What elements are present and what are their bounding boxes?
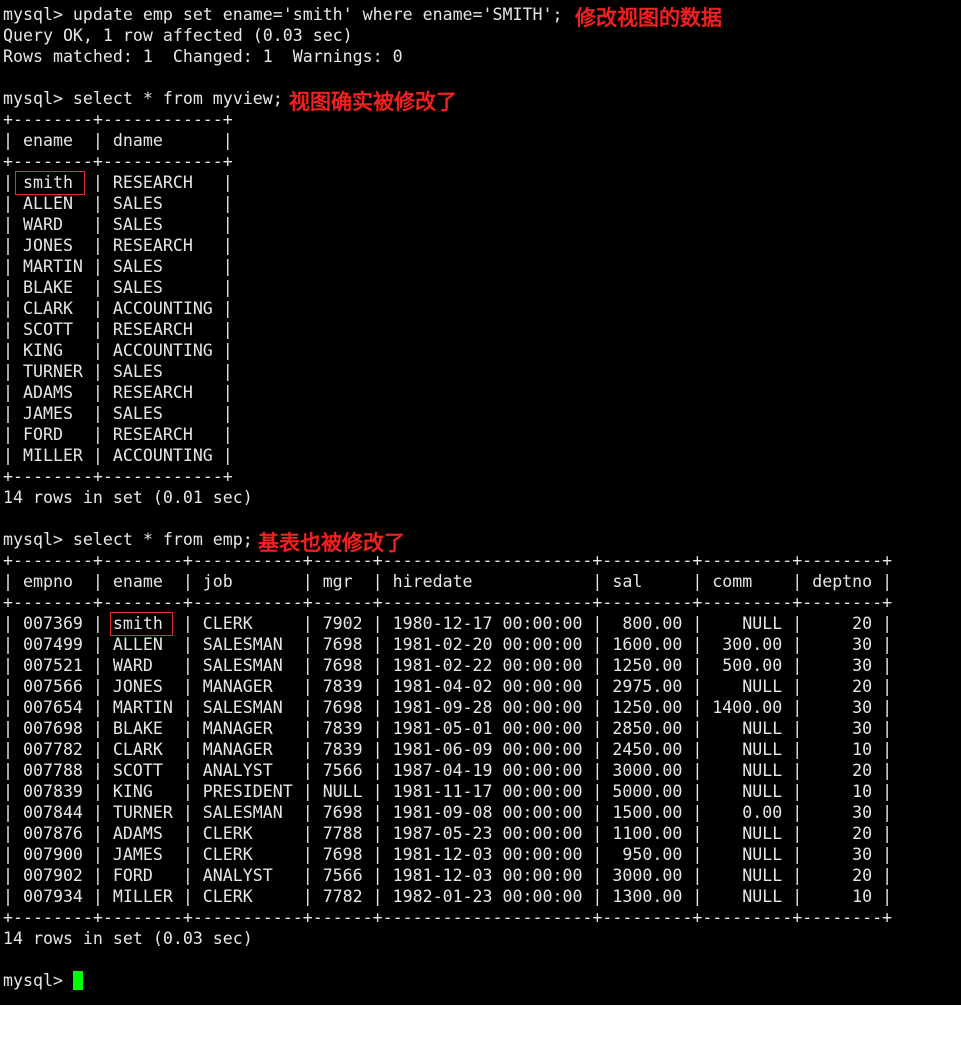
annotation-view: 视图确实被修改了 <box>289 90 457 114</box>
table-row: | JONES | RESEARCH | <box>3 236 233 255</box>
table-row: | TURNER | SALES | <box>3 362 233 381</box>
terminal-cursor <box>73 971 83 990</box>
table-row: | ALLEN | SALES | <box>3 194 233 213</box>
table-row: | 007782 | CLARK | MANAGER | 7839 | 1981… <box>3 740 893 759</box>
table-row: | MARTIN | SALES | <box>3 257 233 276</box>
table-row: | SCOTT | RESEARCH | <box>3 320 233 339</box>
table-row: | KING | ACCOUNTING | <box>3 341 233 360</box>
table-row: | 007900 | JAMES | CLERK | 7698 | 1981-1… <box>3 845 893 864</box>
table-row: | 007788 | SCOTT | ANALYST | 7566 | 1987… <box>3 761 893 780</box>
table-row: | 007876 | ADAMS | CLERK | 7788 | 1987-0… <box>3 824 893 843</box>
table-row: | 007521 | WARD | SALESMAN | 7698 | 1981… <box>3 656 893 675</box>
table-row: | 007902 | FORD | ANALYST | 7566 | 1981-… <box>3 866 893 885</box>
table-row: | FORD | RESEARCH | <box>3 425 233 444</box>
table-border: +--------+--------+-----------+------+--… <box>3 908 893 927</box>
table-row: | JAMES | SALES | <box>3 404 233 423</box>
emp-command-line: mysql> select * from emp; <box>3 530 253 549</box>
table-row: | 007566 | JONES | MANAGER | 7839 | 1981… <box>3 677 893 696</box>
view-command-line: mysql> select * from myview; <box>3 89 283 108</box>
terminal-window[interactable]: mysql> update emp set ename='smith' wher… <box>0 0 961 1005</box>
table-row: | 007654 | MARTIN | SALESMAN | 7698 | 19… <box>3 698 893 717</box>
table-border: +--------+--------+-----------+------+--… <box>3 593 893 612</box>
table-border: +--------+------------+ <box>3 467 233 486</box>
table-row: | CLARK | ACCOUNTING | <box>3 299 233 318</box>
table-row: | 007934 | MILLER | CLERK | 7782 | 1982-… <box>3 887 893 906</box>
table-border: +--------+------------+ <box>3 152 233 171</box>
table-row: | 007839 | KING | PRESIDENT | NULL | 198… <box>3 782 893 801</box>
prompt-line[interactable]: mysql> <box>3 970 73 991</box>
table-row: | ADAMS | RESEARCH | <box>3 383 233 402</box>
update-rows-matched-line: Rows matched: 1 Changed: 1 Warnings: 0 <box>3 47 403 66</box>
update-command-line: mysql> update emp set ename='smith' wher… <box>3 5 563 24</box>
highlight-box-emp-smith <box>110 612 173 636</box>
table-border: +--------+------------+ <box>3 110 233 129</box>
table-row: | MILLER | ACCOUNTING | <box>3 446 233 465</box>
table-border: +--------+--------+-----------+------+--… <box>3 551 893 570</box>
update-result-line: Query OK, 1 row affected (0.03 sec) <box>3 26 353 45</box>
table-row: | BLAKE | SALES | <box>3 278 233 297</box>
table-row: | 007499 | ALLEN | SALESMAN | 7698 | 198… <box>3 635 893 654</box>
table-header-row: | empno | ename | job | mgr | hiredate |… <box>3 572 893 591</box>
emp-footer-line: 14 rows in set (0.03 sec) <box>3 929 253 948</box>
table-row: | 007698 | BLAKE | MANAGER | 7839 | 1981… <box>3 719 893 738</box>
highlight-box-view-smith <box>15 171 85 195</box>
annotation-update: 修改视图的数据 <box>575 6 722 30</box>
table-row: | WARD | SALES | <box>3 215 233 234</box>
table-header-row: | ename | dname | <box>3 131 233 150</box>
view-footer-line: 14 rows in set (0.01 sec) <box>3 488 253 507</box>
table-row: | 007844 | TURNER | SALESMAN | 7698 | 19… <box>3 803 893 822</box>
